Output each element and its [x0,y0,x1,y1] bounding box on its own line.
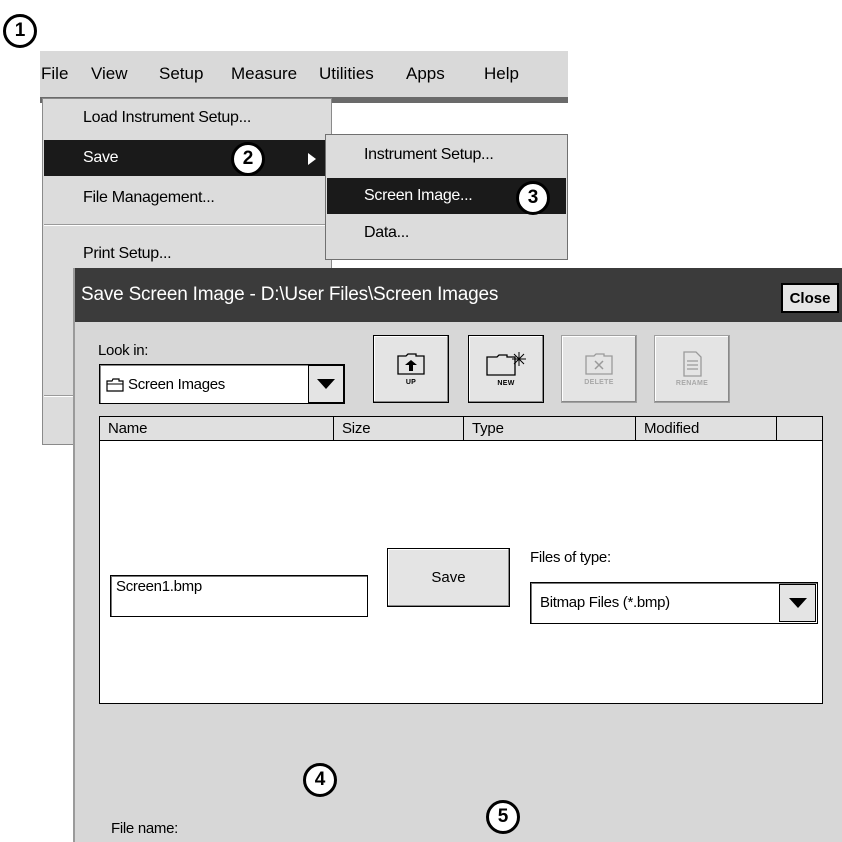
chevron-down-icon [317,379,335,389]
up-folder-button[interactable]: UP [373,335,449,403]
step-1-callout: 1 [3,14,37,48]
dialog-title-bar: Save Screen Image - D:\User Files\Screen… [75,268,842,322]
menu-item-load-instrument-setup[interactable]: Load Instrument Setup... [83,109,251,127]
menu-item-save[interactable]: Save [44,140,330,176]
new-folder-button[interactable]: NEW [468,335,544,403]
step-5-callout: 5 [486,800,520,834]
column-header-size[interactable]: Size [334,417,464,441]
look-in-value: Screen Images [128,376,225,393]
folder-icon [106,378,124,397]
delete-folder-icon [585,353,613,375]
menu-bar: File View Setup Measure Utilities Apps H… [40,51,568,97]
menu-item-save-label: Save [83,149,119,166]
file-name-input[interactable]: Screen1.bmp [110,575,368,617]
look-in-label: Look in: [98,342,149,359]
column-header-type[interactable]: Type [464,417,636,441]
delete-button[interactable]: DELETE [561,335,637,403]
save-button[interactable]: Save [387,548,510,607]
submenu-item-screen-image-label: Screen Image... [364,187,473,204]
step-2-callout: 2 [231,142,265,176]
menu-measure[interactable]: Measure [231,64,297,84]
new-folder-icon [486,352,526,376]
file-name-value: Screen1.bmp [116,578,202,595]
folder-up-icon [397,353,425,375]
new-button-label: NEW [497,380,515,387]
step-3-callout: 3 [516,181,550,215]
submenu-item-instrument-setup[interactable]: Instrument Setup... [364,146,494,164]
menu-item-file-management[interactable]: File Management... [83,189,215,207]
column-header-blank [777,417,822,441]
rename-button[interactable]: RENAME [654,335,730,403]
files-of-type-value: Bitmap Files (*.bmp) [540,594,670,611]
delete-button-label: DELETE [584,379,614,386]
file-name-label: File name: [111,820,179,837]
menu-apps[interactable]: Apps [406,64,445,84]
dialog-title: Save Screen Image - D:\User Files\Screen… [81,284,499,305]
menu-help[interactable]: Help [484,64,519,84]
submenu-arrow-icon [308,153,316,165]
files-of-type-dropdown[interactable]: Bitmap Files (*.bmp) [530,582,818,624]
rename-document-icon [683,351,702,377]
look-in-dropdown-button[interactable] [308,365,344,403]
menu-view[interactable]: View [91,64,128,84]
close-button[interactable]: Close [781,283,839,313]
save-screen-image-dialog: Save Screen Image - D:\User Files\Screen… [73,268,842,842]
menu-utilities[interactable]: Utilities [319,64,374,84]
menu-separator-highlight [44,225,330,226]
menu-item-print-setup[interactable]: Print Setup... [83,245,172,263]
chevron-down-icon [788,598,807,608]
menu-setup[interactable]: Setup [159,64,203,84]
column-header-name[interactable]: Name [100,417,334,441]
step-4-callout: 4 [303,763,337,797]
submenu-item-data[interactable]: Data... [364,224,409,242]
column-header-modified[interactable]: Modified [636,417,777,441]
files-of-type-label: Files of type: [530,549,611,566]
files-of-type-dropdown-button[interactable] [779,584,816,622]
menu-file[interactable]: File [41,64,68,84]
rename-button-label: RENAME [675,380,709,387]
up-button-label: UP [405,379,417,386]
